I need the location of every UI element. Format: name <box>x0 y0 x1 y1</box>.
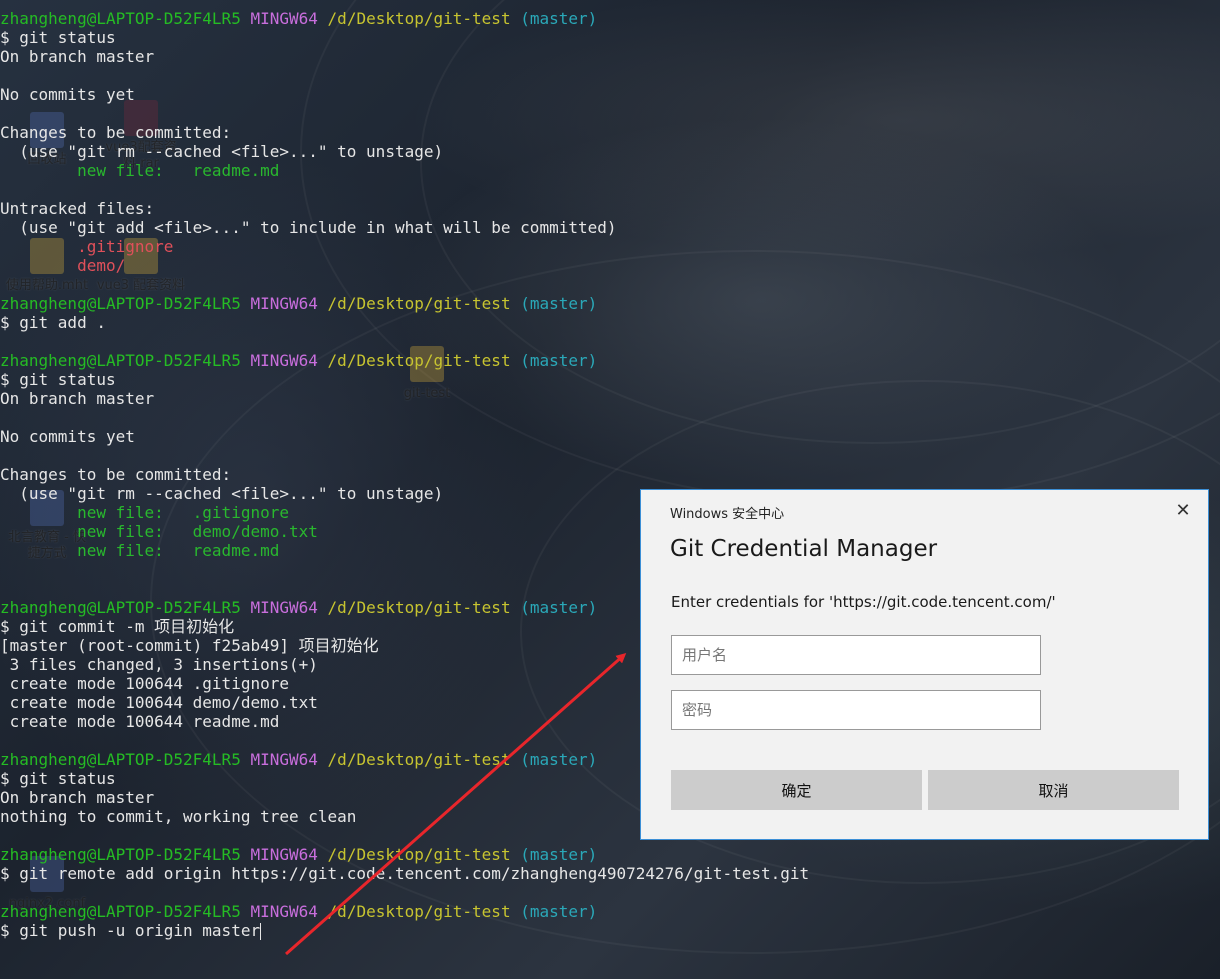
prompt-line: zhangheng@LAPTOP-D52F4LR5 MINGW64 /d/Des… <box>0 9 1220 28</box>
output-line: No commits yet <box>0 85 135 104</box>
dialog-title: Git Credential Manager <box>670 536 938 562</box>
prompt-user: zhangheng@LAPTOP-D52F4LR5 <box>0 294 241 313</box>
credential-dialog: Windows 安全中心 ✕ Git Credential Manager En… <box>640 489 1209 840</box>
close-icon[interactable]: ✕ <box>1172 500 1194 522</box>
prompt-path: /d/Desktop/git-test <box>327 294 511 313</box>
command-line: $ git status <box>0 28 116 47</box>
prompt-branch: (master) <box>520 9 598 28</box>
output-line: Changes to be committed: <box>0 123 232 142</box>
prompt-shell: MINGW64 <box>250 9 318 28</box>
prompt-branch: (master) <box>520 598 598 617</box>
output-line: On branch master <box>0 389 155 408</box>
prompt-branch: (master) <box>520 902 598 921</box>
output-line: Changes to be committed: <box>0 465 232 484</box>
dialog-header: Windows 安全中心 <box>670 507 785 522</box>
prompt-line: zhangheng@LAPTOP-D52F4LR5 MINGW64 /d/Des… <box>0 845 1220 864</box>
untracked-file-line: demo/ <box>0 256 126 275</box>
prompt-branch: (master) <box>520 351 598 370</box>
credentials-prompt: Enter credentials for 'https://git.code.… <box>671 593 1056 611</box>
prompt-shell: MINGW64 <box>250 902 318 921</box>
prompt-path: /d/Desktop/git-test <box>327 351 511 370</box>
cancel-button[interactable]: 取消 <box>928 770 1179 810</box>
output-line: On branch master <box>0 47 155 66</box>
prompt-branch: (master) <box>520 845 598 864</box>
command-line: $ git add . <box>0 313 106 332</box>
output-line: (use "git add <file>..." to include in w… <box>0 218 617 237</box>
prompt-path: /d/Desktop/git-test <box>327 598 511 617</box>
prompt-shell: MINGW64 <box>250 294 318 313</box>
untracked-file-line: .gitignore <box>0 237 174 256</box>
prompt-shell: MINGW64 <box>250 598 318 617</box>
prompt-line: zhangheng@LAPTOP-D52F4LR5 MINGW64 /d/Des… <box>0 902 1220 921</box>
prompt-line: zhangheng@LAPTOP-D52F4LR5 MINGW64 /d/Des… <box>0 351 1220 370</box>
output-line: Untracked files: <box>0 199 155 218</box>
prompt-user: zhangheng@LAPTOP-D52F4LR5 <box>0 902 241 921</box>
prompt-shell: MINGW64 <box>250 845 318 864</box>
prompt-user: zhangheng@LAPTOP-D52F4LR5 <box>0 598 241 617</box>
prompt-shell: MINGW64 <box>250 351 318 370</box>
active-command-line[interactable]: $ git push -u origin master <box>0 921 1220 940</box>
prompt-branch: (master) <box>520 294 598 313</box>
prompt-shell: MINGW64 <box>250 750 318 769</box>
prompt-path: /d/Desktop/git-test <box>327 750 511 769</box>
prompt-path: /d/Desktop/git-test <box>327 902 511 921</box>
prompt-path: /d/Desktop/git-test <box>327 9 511 28</box>
prompt-user: zhangheng@LAPTOP-D52F4LR5 <box>0 9 241 28</box>
prompt-path: /d/Desktop/git-test <box>327 845 511 864</box>
command-line: $ git remote add origin https://git.code… <box>0 864 810 883</box>
password-field[interactable] <box>671 690 1041 730</box>
ok-button[interactable]: 确定 <box>671 770 922 810</box>
command-text: $ git push -u origin master <box>0 921 261 940</box>
prompt-branch: (master) <box>520 750 598 769</box>
output-line: No commits yet <box>0 427 135 446</box>
command-line: $ git status <box>0 370 116 389</box>
username-field[interactable] <box>671 635 1041 675</box>
output-line: (use "git rm --cached <file>..." to unst… <box>0 142 444 161</box>
prompt-user: zhangheng@LAPTOP-D52F4LR5 <box>0 845 241 864</box>
staged-file-line: new file: readme.md <box>0 161 280 180</box>
text-cursor <box>260 923 262 940</box>
prompt-line: zhangheng@LAPTOP-D52F4LR5 MINGW64 /d/Des… <box>0 294 1220 313</box>
prompt-user: zhangheng@LAPTOP-D52F4LR5 <box>0 351 241 370</box>
prompt-user: zhangheng@LAPTOP-D52F4LR5 <box>0 750 241 769</box>
